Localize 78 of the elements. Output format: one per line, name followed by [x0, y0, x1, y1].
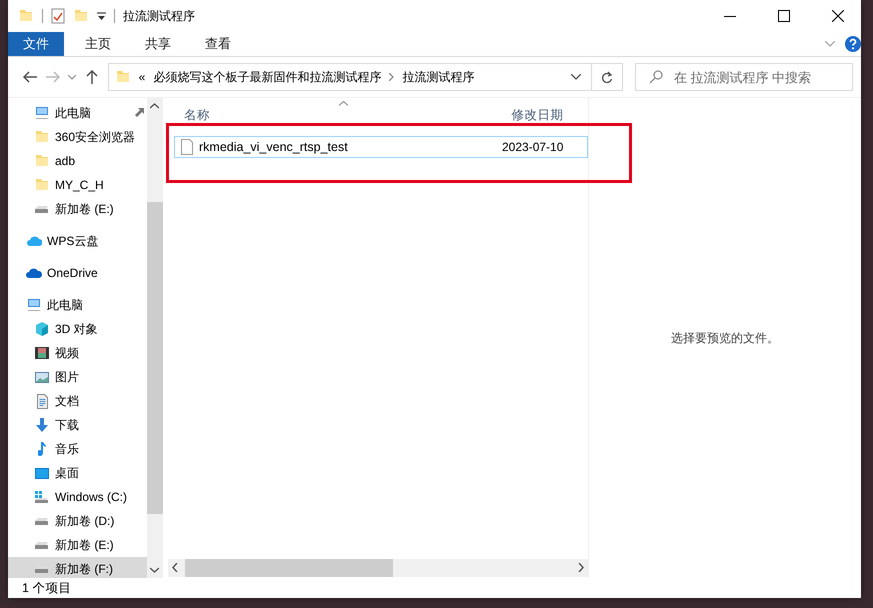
sidebar-item[interactable]: MY_C_H [8, 173, 147, 197]
sidebar-item[interactable]: OneDrive [8, 261, 147, 285]
search-field[interactable]: 在 拉流测试程序 中搜索 [634, 63, 853, 91]
download-arrow-icon [36, 418, 48, 432]
sidebar-item[interactable]: 新加卷 (F:) [8, 557, 147, 578]
sidebar-item[interactable]: 音乐 [8, 437, 147, 461]
sidebar-item[interactable]: 视频 [8, 341, 147, 365]
folder-icon [34, 179, 50, 191]
close-icon [832, 10, 844, 22]
windows-drive-icon [35, 491, 49, 503]
cube-icon [36, 322, 48, 336]
column-header[interactable]: 名称 [171, 98, 499, 130]
cloud-icon [26, 236, 42, 246]
sidebar-item[interactable]: 图片 [8, 365, 147, 389]
item-count: 1 个项目 [22, 580, 72, 596]
music-note-icon [38, 442, 46, 456]
sidebar-item[interactable]: 此电脑 [8, 101, 147, 125]
back-arrow-icon [22, 71, 37, 83]
sidebar-item[interactable]: 文档 [8, 389, 147, 413]
window-title: 拉流测试程序 [123, 8, 195, 24]
sidebar-item[interactable]: 下载 [8, 413, 147, 437]
scroll-left-icon[interactable] [172, 563, 178, 572]
file-row[interactable]: rkmedia_vi_venc_rtsp_test 2023-07-10 [174, 136, 588, 158]
modified-date: 2023-07-10 [502, 140, 564, 154]
scroll-up-icon[interactable] [150, 103, 159, 109]
help-icon[interactable] [845, 36, 861, 52]
folder-icon [114, 71, 131, 83]
forward-arrow-icon [46, 71, 60, 83]
sidebar-item[interactable]: 新加卷 (D:) [8, 509, 147, 533]
document-icon [36, 394, 48, 408]
desktop-icon [35, 468, 49, 478]
sidebar-item[interactable]: 3D 对象 [8, 317, 147, 341]
horizontal-scrollbar[interactable] [168, 559, 588, 577]
caret-icon[interactable] [97, 12, 106, 20]
chevron-down-icon [68, 74, 76, 80]
breadcrumb[interactable]: 必须烧写这个板子最新固件和拉流测试程序 [153, 68, 382, 86]
ribbon-tab[interactable]: 共享 [128, 32, 188, 56]
sidebar-item[interactable]: adb [8, 149, 147, 173]
ribbon-tab[interactable]: 查看 [188, 32, 248, 56]
drive-icon [35, 206, 49, 212]
film-icon [35, 347, 49, 359]
chevron-right-icon[interactable] [389, 73, 394, 81]
sidebar-item[interactable]: 新加卷 (E:) [8, 197, 147, 221]
computer-icon [34, 106, 50, 120]
sidebar-item[interactable]: 桌面 [8, 461, 147, 485]
sidebar-item[interactable]: Windows (C:) [8, 485, 147, 509]
file-name: rkmedia_vi_venc_rtsp_test [199, 140, 348, 154]
dropdown-icon[interactable] [570, 74, 581, 80]
cloud-icon [26, 268, 42, 278]
vertical-scrollbar[interactable] [147, 98, 163, 578]
file-menu-button[interactable]: 文件 [8, 32, 64, 56]
folder-icon [34, 155, 50, 167]
ribbon-tab[interactable]: 主页 [68, 32, 128, 56]
sidebar-item[interactable]: 360安全浏览器 [8, 125, 147, 149]
overflow-button[interactable]: « [138, 70, 146, 84]
picture-icon [35, 372, 49, 382]
properties-icon[interactable] [51, 8, 65, 24]
column-header[interactable]: 修改日期 [498, 98, 588, 130]
drive-icon [35, 518, 49, 524]
address-bar[interactable]: « 必须烧写这个板子最新固件和拉流测试程序 拉流测试程序 [108, 63, 592, 91]
file-icon [181, 139, 193, 155]
up-arrow-icon [86, 70, 98, 84]
folder-icon [34, 131, 50, 143]
sidebar-item[interactable]: WPS云盘 [8, 229, 147, 253]
preview-message: 选择要预览的文件。 [671, 330, 779, 346]
maximize-icon [778, 10, 790, 22]
refresh-icon [600, 70, 613, 84]
computer-icon [26, 298, 42, 312]
sidebar-item[interactable]: 此电脑 [8, 293, 147, 317]
scroll-down-icon[interactable] [150, 567, 159, 573]
drive-icon [35, 542, 49, 548]
refresh-button[interactable] [592, 63, 623, 91]
sidebar-item[interactable]: 新加卷 (E:) [8, 533, 147, 557]
search-icon [648, 70, 663, 84]
folder-icon [18, 10, 34, 22]
scroll-right-icon[interactable] [578, 563, 584, 572]
breadcrumb[interactable]: 拉流测试程序 [402, 68, 474, 86]
expand-ribbon-icon[interactable] [825, 41, 835, 47]
